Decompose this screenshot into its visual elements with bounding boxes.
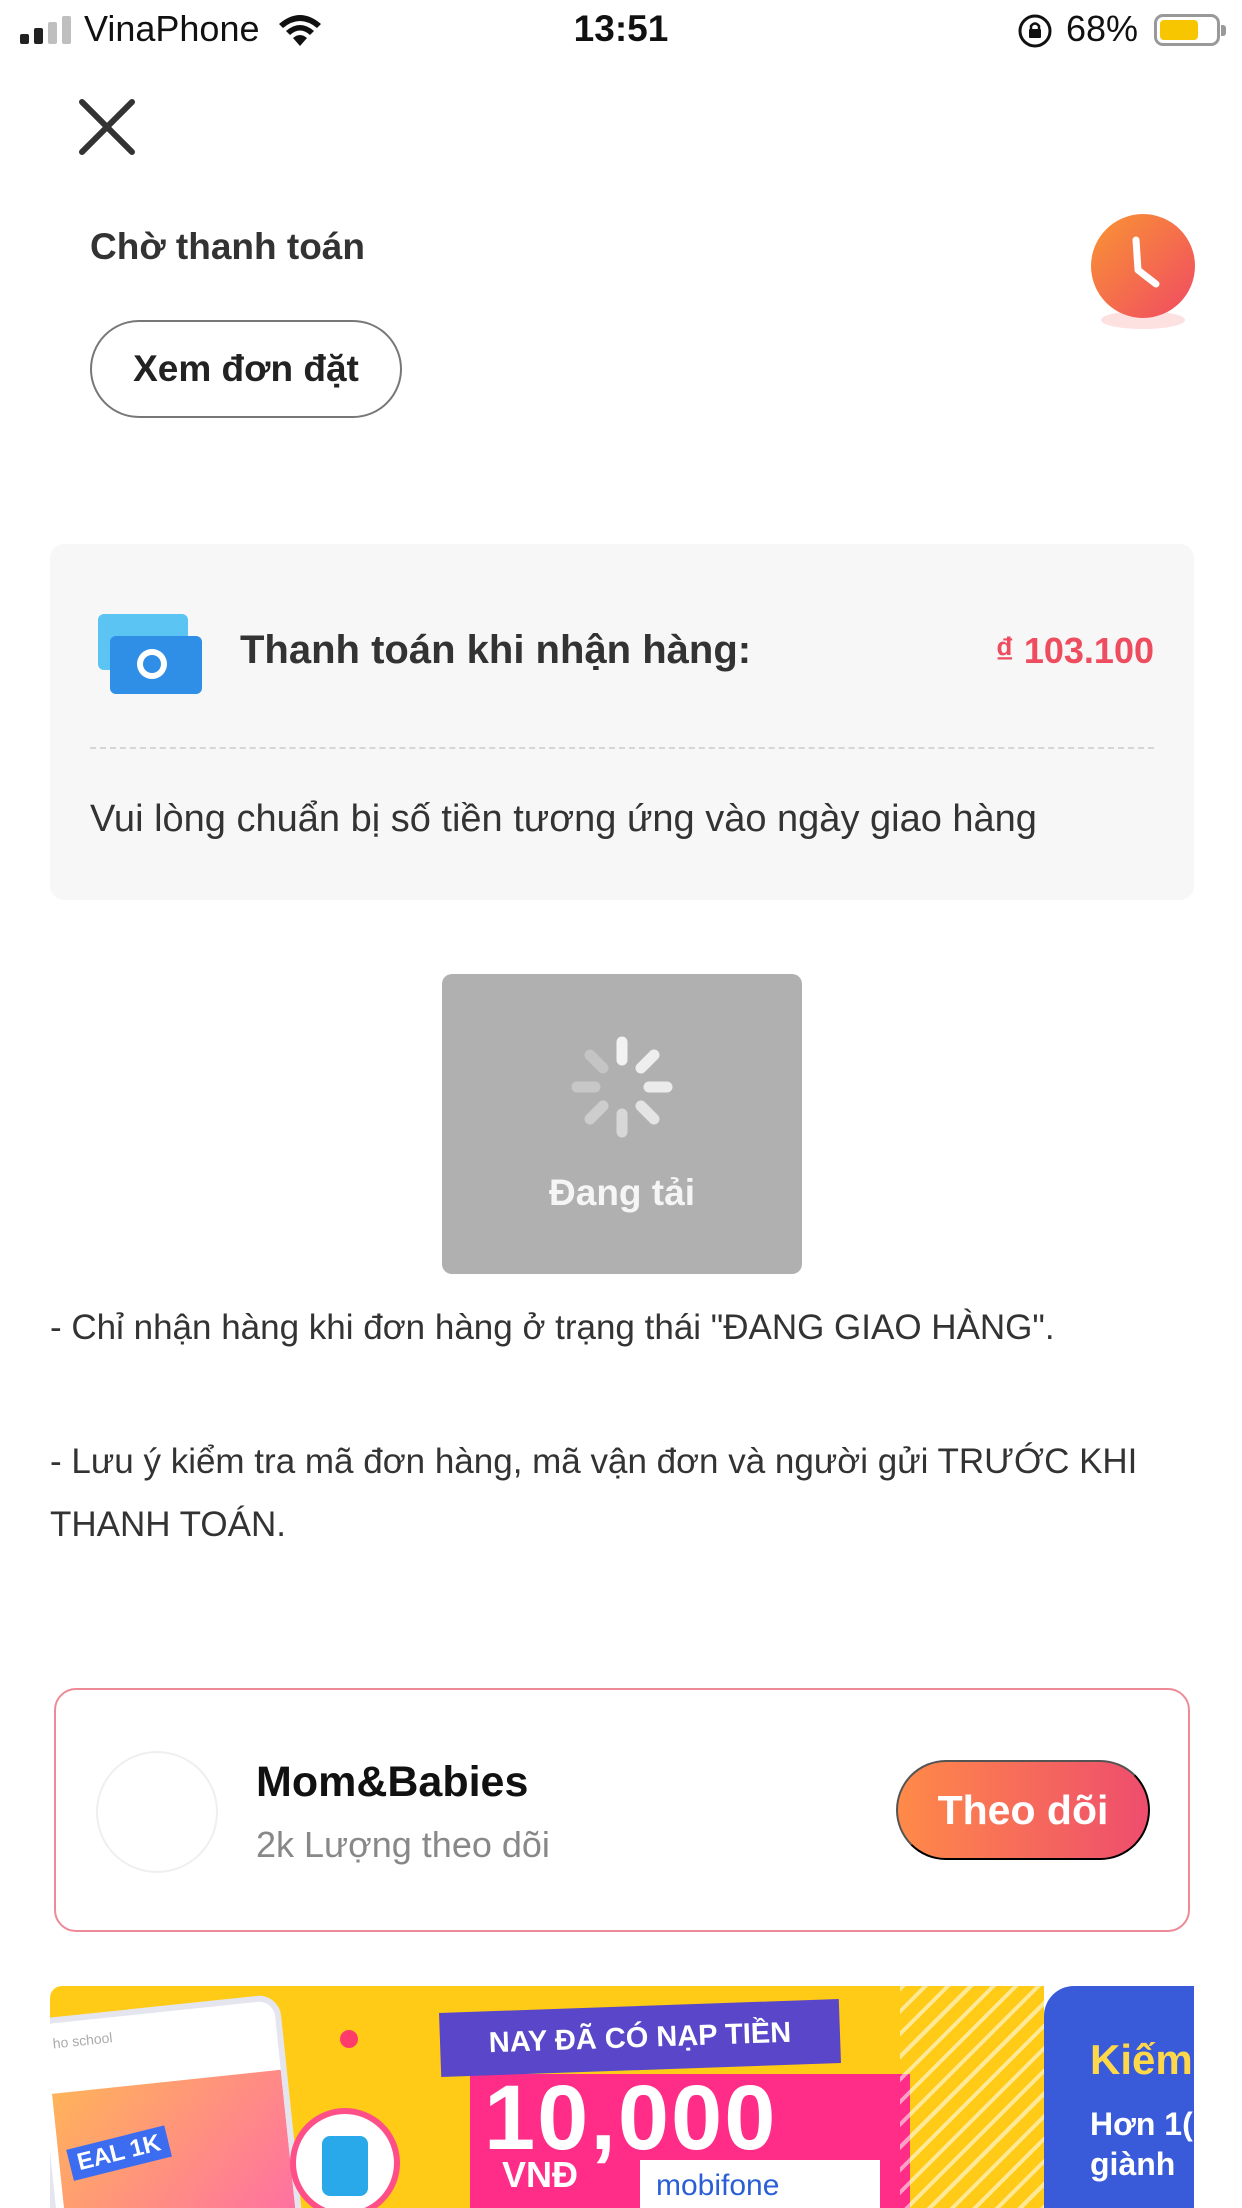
decor-stripes <box>900 1986 1044 2208</box>
spinner-icon <box>571 1036 673 1138</box>
clock-time: 13:51 <box>573 8 669 49</box>
follow-button[interactable]: Theo dõi <box>896 1760 1150 1860</box>
banner2-line1: Hơn 1( <box>1090 2106 1193 2142</box>
banner-currency: VNĐ <box>502 2154 579 2195</box>
status-bar: VinaPhone 13:51 68% <box>0 0 1242 62</box>
shop-name: Mom&Babies <box>256 1758 529 1806</box>
avatar[interactable] <box>96 1751 218 1873</box>
shop-followers: 2k Lượng theo dõi <box>256 1824 550 1865</box>
shop-card[interactable]: Mom&Babies 2k Lượng theo dõi Theo dõi <box>54 1688 1190 1932</box>
banner2-text: Hơn 1( giành <box>1090 2104 1193 2184</box>
verification-note: - Lưu ý kiểm tra mã đơn hàng, mã vận đơn… <box>50 1442 1138 1544</box>
promo-banner[interactable]: ho school EAL 1K NAY ĐÃ CÓ NẠP TIỀN 10,0… <box>50 1986 1044 2208</box>
topup-icon <box>290 2108 400 2208</box>
order-status-title: Chờ thanh toán <box>90 226 365 267</box>
banner2-title: Kiếm <box>1090 2036 1193 2083</box>
battery-icon <box>1154 14 1226 46</box>
payment-note: Vui lòng chuẩn bị số tiền tương ứng vào … <box>90 798 1037 840</box>
banner2-line2: giành <box>1090 2146 1176 2182</box>
loading-toast: Đang tải <box>442 974 802 1274</box>
clock-icon <box>1091 214 1195 329</box>
view-order-button[interactable]: Xem đơn đặt <box>90 320 402 418</box>
decor-dot <box>340 2030 358 2048</box>
delivery-note: - Chỉ nhận hàng khi đơn hàng ở trạng thá… <box>50 1308 1055 1347</box>
cash-icon <box>98 614 202 694</box>
divider <box>90 747 1154 749</box>
loading-text: Đang tải <box>549 1172 695 1213</box>
promo-banner-next[interactable]: Kiếm Hơn 1( giành <box>1044 1986 1194 2208</box>
mobifone-logo: mobifone <box>640 2160 880 2208</box>
orientation-lock-icon <box>1018 14 1052 48</box>
phone-illustration: ho school EAL 1K <box>50 1993 304 2208</box>
phone-tag: ho school <box>51 2029 114 2052</box>
close-icon[interactable] <box>76 96 138 158</box>
battery-percent: 68% <box>1066 8 1139 49</box>
cod-payment-label: Thanh toán khi nhận hàng: <box>240 628 752 672</box>
payment-amount: ₫ 103.100 <box>995 630 1154 671</box>
payment-card: Thanh toán khi nhận hàng: ₫ 103.100 Vui … <box>50 544 1194 900</box>
